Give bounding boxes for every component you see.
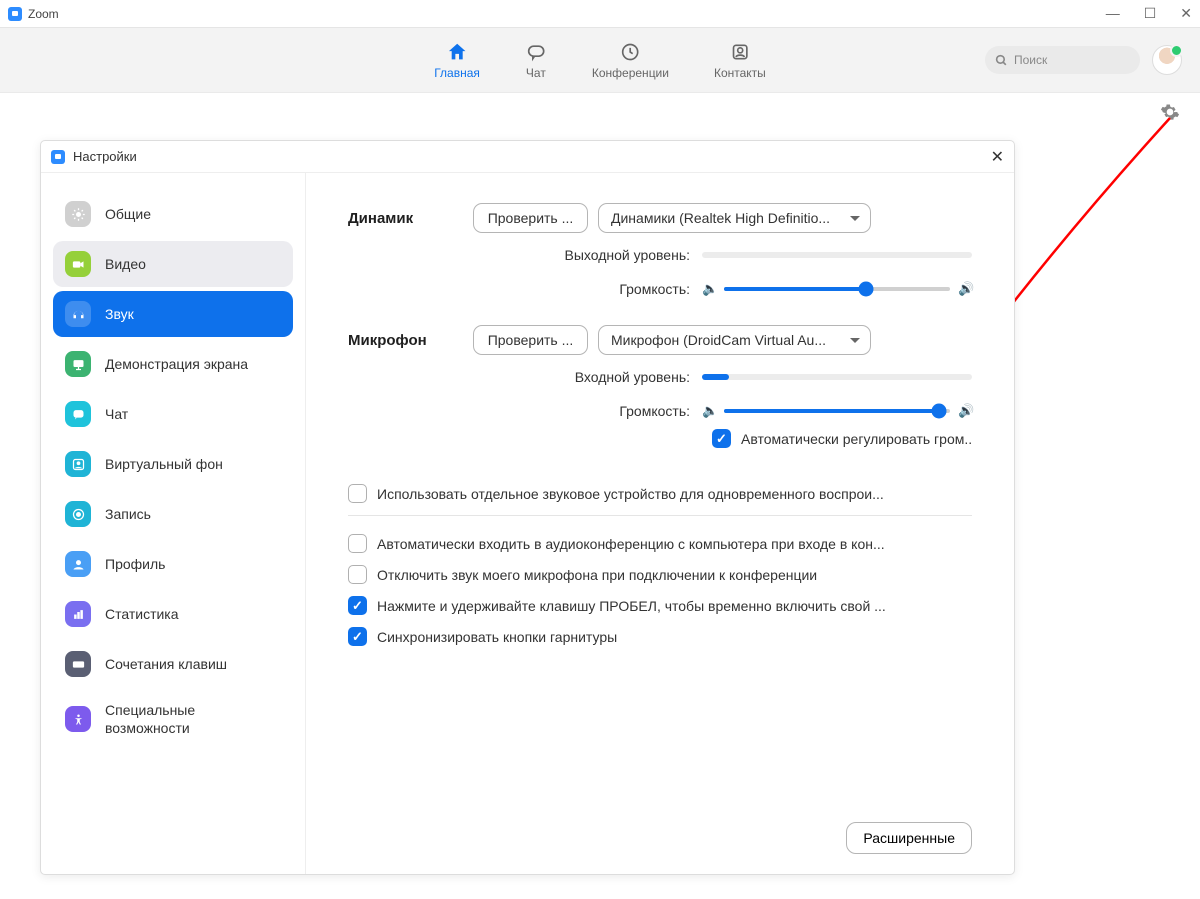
mic-volume-slider[interactable] — [724, 409, 950, 413]
auto-adjust-checkbox[interactable] — [712, 429, 731, 448]
advanced-button[interactable]: Расширенные — [846, 822, 972, 854]
sidebar-item-share[interactable]: Демонстрация экрана — [53, 341, 293, 387]
sidebar-item-label: Профиль — [105, 556, 165, 572]
test-mic-button[interactable]: Проверить ... — [473, 325, 588, 355]
output-level-meter — [702, 252, 972, 258]
sidebar-item-profile[interactable]: Профиль — [53, 541, 293, 587]
chat-icon — [525, 41, 547, 63]
zoom-icon — [51, 150, 65, 164]
sidebar-item-label: Специальные возможности — [105, 701, 281, 737]
push-to-talk-checkbox[interactable] — [348, 596, 367, 615]
dialog-header: Настройки ✕ — [41, 141, 1014, 173]
search-placeholder: Поиск — [1014, 53, 1047, 67]
maximize-button[interactable]: ☐ — [1144, 5, 1157, 22]
nav-home[interactable]: Главная — [434, 41, 480, 80]
speaker-volume-slider[interactable] — [724, 287, 950, 291]
dialog-close-button[interactable]: ✕ — [991, 147, 1004, 167]
contacts-icon — [729, 41, 751, 63]
auto-join-audio-checkbox[interactable] — [348, 534, 367, 553]
test-speaker-button[interactable]: Проверить ... — [473, 203, 588, 233]
mute-on-join-checkbox[interactable] — [348, 565, 367, 584]
nav-contacts-label: Контакты — [714, 66, 766, 80]
sidebar-item-shortcuts[interactable]: Сочетания клавиш — [53, 641, 293, 687]
mic-device-dropdown[interactable]: Микрофон (DroidCam Virtual Au... — [598, 325, 871, 355]
settings-content: Динамик Проверить ... Динамики (Realtek … — [306, 173, 1014, 874]
nav-meetings[interactable]: Конференции — [592, 41, 669, 80]
sidebar-item-label: Звук — [105, 306, 134, 322]
mute-on-join-label: Отключить звук моего микрофона при подкл… — [377, 567, 817, 583]
sidebar-item-video[interactable]: Видео — [53, 241, 293, 287]
mic-label: Микрофон — [348, 332, 473, 349]
sync-headset-row[interactable]: Синхронизировать кнопки гарнитуры — [348, 627, 972, 646]
mic-device-value: Микрофон (DroidCam Virtual Au... — [611, 332, 826, 348]
volume-low-icon: 🔈 — [702, 281, 716, 297]
speaker-volume-label: Громкость: — [619, 281, 690, 297]
nav-chat[interactable]: Чат — [525, 41, 547, 80]
sidebar-item-label: Сочетания клавиш — [105, 656, 227, 672]
close-window-button[interactable]: ✕ — [1180, 5, 1192, 22]
sidebar-item-audio[interactable]: Звук — [53, 291, 293, 337]
user-avatar[interactable] — [1152, 45, 1182, 75]
sidebar-item-virtual-bg[interactable]: Виртуальный фон — [53, 441, 293, 487]
nav-contacts[interactable]: Контакты — [714, 41, 766, 80]
clock-icon — [619, 41, 641, 63]
input-level-meter — [702, 374, 972, 380]
sidebar-item-record[interactable]: Запись — [53, 491, 293, 537]
sidebar-item-label: Статистика — [105, 606, 179, 622]
output-level-label: Выходной уровень: — [564, 247, 690, 263]
auto-join-audio-row[interactable]: Автоматически входить в аудиоконференцию… — [348, 534, 972, 553]
sidebar-item-label: Виртуальный фон — [105, 456, 223, 472]
main-toolbar: Главная Чат Конференции Контакты Поиск — [0, 28, 1200, 93]
sidebar-item-chat[interactable]: Чат — [53, 391, 293, 437]
window-title: Zoom — [28, 7, 59, 21]
mic-volume-label: Громкость: — [619, 403, 690, 419]
dialog-title: Настройки — [73, 149, 137, 164]
sidebar-item-label: Чат — [105, 406, 128, 422]
sidebar-item-label: Видео — [105, 256, 146, 272]
nav-chat-label: Чат — [526, 66, 546, 80]
push-to-talk-label: Нажмите и удерживайте клавишу ПРОБЕЛ, чт… — [377, 598, 886, 614]
push-to-talk-row[interactable]: Нажмите и удерживайте клавишу ПРОБЕЛ, чт… — [348, 596, 972, 615]
zoom-icon — [8, 7, 22, 21]
volume-high-icon: 🔊 — [958, 281, 972, 297]
speaker-device-dropdown[interactable]: Динамики (Realtek High Definitio... — [598, 203, 871, 233]
minimize-button[interactable]: — — [1106, 5, 1120, 22]
sidebar-item-label: Демонстрация экрана — [105, 356, 248, 372]
sidebar-item-stats[interactable]: Статистика — [53, 591, 293, 637]
search-input[interactable]: Поиск — [985, 46, 1140, 74]
divider — [348, 515, 972, 516]
window-titlebar: Zoom — ☐ ✕ — [0, 0, 1200, 28]
home-icon — [446, 41, 468, 63]
sidebar-item-label: Общие — [105, 206, 151, 222]
mute-on-join-row[interactable]: Отключить звук моего микрофона при подкл… — [348, 565, 972, 584]
gear-icon — [1160, 102, 1180, 122]
sync-headset-checkbox[interactable] — [348, 627, 367, 646]
auto-join-audio-label: Автоматически входить в аудиоконференцию… — [377, 536, 885, 552]
separate-device-checkbox[interactable] — [348, 484, 367, 503]
settings-sidebar: Общие Видео Звук Демонстрация экрана Чат… — [41, 173, 306, 874]
sync-headset-label: Синхронизировать кнопки гарнитуры — [377, 629, 617, 645]
settings-dialog: Настройки ✕ Общие Видео Звук Демонстраци… — [40, 140, 1015, 875]
nav-meetings-label: Конференции — [592, 66, 669, 80]
search-icon — [995, 54, 1008, 67]
nav-home-label: Главная — [434, 66, 480, 80]
sidebar-item-general[interactable]: Общие — [53, 191, 293, 237]
auto-adjust-row[interactable]: Автоматически регулировать гром... — [712, 429, 972, 448]
volume-low-icon: 🔈 — [702, 403, 716, 419]
settings-gear-button[interactable] — [1160, 102, 1180, 127]
speaker-device-value: Динамики (Realtek High Definitio... — [611, 210, 830, 226]
sidebar-item-accessibility[interactable]: Специальные возможности — [53, 691, 293, 747]
separate-device-label: Использовать отдельное звуковое устройст… — [377, 486, 884, 502]
speaker-label: Динамик — [348, 210, 473, 227]
separate-device-row[interactable]: Использовать отдельное звуковое устройст… — [348, 484, 972, 503]
volume-high-icon: 🔊 — [958, 403, 972, 419]
input-level-label: Входной уровень: — [575, 369, 690, 385]
auto-adjust-label: Автоматически регулировать гром... — [741, 431, 972, 447]
sidebar-item-label: Запись — [105, 506, 151, 522]
